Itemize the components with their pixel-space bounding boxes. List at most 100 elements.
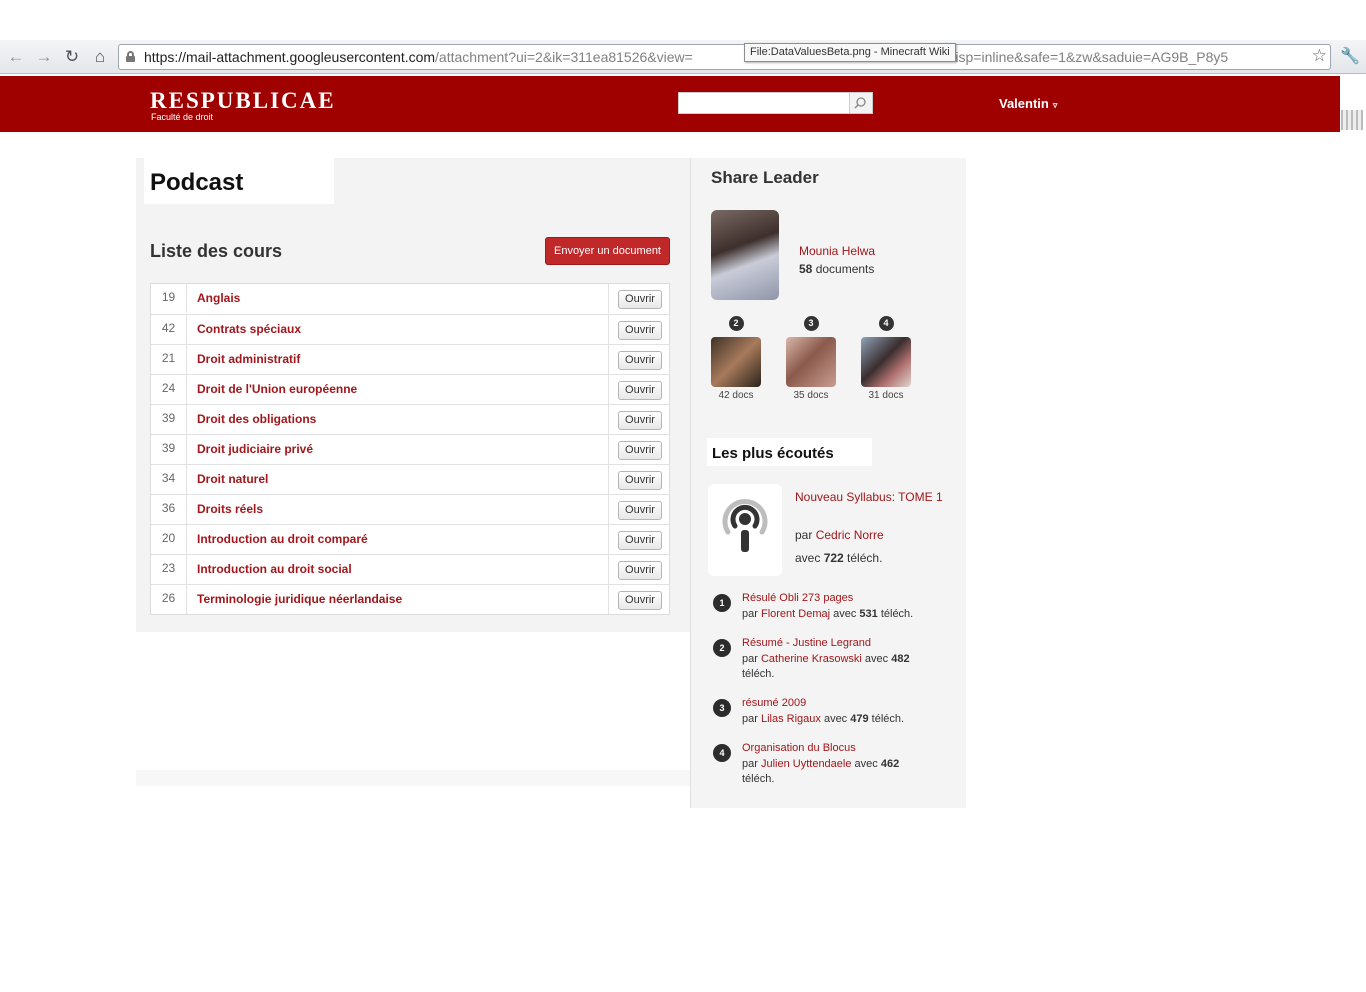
open-button[interactable]: Ouvrir [618, 501, 662, 520]
site-logo[interactable]: RESPUBLICAE [150, 89, 336, 112]
scrollbar-stub[interactable] [1341, 110, 1363, 130]
table-row: 19 Anglais Ouvrir [151, 284, 669, 314]
user-menu[interactable]: Valentin ▿ [999, 96, 1057, 111]
top-item-title[interactable]: Résulé Obli 273 pages [742, 592, 853, 604]
rank-item[interactable]: 2 42 docs [706, 316, 766, 401]
open-button[interactable]: Ouvrir [618, 441, 662, 460]
open-button[interactable]: Ouvrir [618, 381, 662, 400]
open-button[interactable]: Ouvrir [618, 290, 662, 309]
course-name[interactable]: Terminologie juridique néerlandaise [197, 592, 402, 606]
share-leader-title: Share Leader [711, 168, 819, 187]
top-item-title[interactable]: Organisation du Blocus [742, 742, 856, 754]
table-row: 36 Droits réels Ouvrir [151, 494, 669, 524]
top-item-author[interactable]: Lilas Rigaux [761, 713, 821, 725]
open-button[interactable]: Ouvrir [618, 591, 662, 610]
course-name[interactable]: Contrats spéciaux [197, 322, 301, 336]
table-row: 21 Droit administratif Ouvrir [151, 344, 669, 374]
rank-item[interactable]: 3 35 docs [781, 316, 841, 401]
course-name[interactable]: Droit naturel [197, 472, 268, 486]
open-button[interactable]: Ouvrir [618, 561, 662, 580]
top-item-title[interactable]: résumé 2009 [742, 697, 806, 709]
avatar[interactable] [861, 337, 911, 387]
avatar[interactable] [711, 337, 761, 387]
reload-icon[interactable]: ↻ [61, 46, 83, 68]
table-row: 20 Introduction au droit comparé Ouvrir [151, 524, 669, 554]
rank-docs: 42 docs [718, 390, 754, 401]
course-count: 42 [151, 315, 187, 344]
course-action: Ouvrir [608, 465, 670, 494]
page-title: Podcast [150, 169, 244, 196]
back-icon[interactable]: ← [5, 46, 27, 68]
course-action: Ouvrir [608, 345, 670, 374]
top-item-meta: par Lilas Rigaux avec 479 téléch. [742, 713, 905, 725]
table-row: 39 Droit judiciaire privé Ouvrir [151, 434, 669, 464]
most-listened-title: Les plus écoutés [712, 445, 834, 462]
course-count: 34 [151, 465, 187, 494]
top-item-author[interactable]: Catherine Krasowski [761, 653, 862, 665]
course-name[interactable]: Introduction au droit comparé [197, 532, 368, 546]
top-item-title[interactable]: Résumé - Justine Legrand [742, 637, 871, 649]
url-text[interactable]: https://mail-attachment.googleuserconten… [144, 49, 1304, 65]
course-name[interactable]: Droit des obligations [197, 412, 316, 426]
course-name[interactable]: Anglais [197, 291, 240, 305]
top-item-author[interactable]: Julien Uyttendaele [761, 758, 852, 770]
featured-author: par Cedric Norre [795, 528, 884, 542]
course-name[interactable]: Droit administratif [197, 352, 300, 366]
featured-thumbnail[interactable] [708, 484, 782, 576]
open-button[interactable]: Ouvrir [618, 471, 662, 490]
table-row: 23 Introduction au droit social Ouvrir [151, 554, 669, 584]
top-item-meta: par Catherine Krasowski avec 482 téléch. [742, 653, 910, 680]
leader-avatar[interactable] [711, 210, 779, 300]
search-icon [854, 97, 866, 109]
course-name[interactable]: Droit de l'Union européenne [197, 382, 357, 396]
course-count: 20 [151, 525, 187, 554]
tab-tooltip: File:DataValuesBeta.png - Minecraft Wiki [744, 43, 956, 62]
search-button[interactable] [850, 92, 873, 114]
table-row: 39 Droit des obligations Ouvrir [151, 404, 669, 434]
search-input[interactable] [678, 92, 850, 114]
leader-name[interactable]: Mounia Helwa [799, 244, 875, 258]
sidebar: Share Leader Mounia Helwa 58 documents 2… [690, 158, 966, 808]
user-name: Valentin [999, 96, 1049, 111]
lock-icon [126, 51, 135, 62]
address-bar[interactable]: https://mail-attachment.googleuserconten… [118, 44, 1331, 70]
forward-icon[interactable]: → [33, 46, 55, 68]
rank-item[interactable]: 4 31 docs [856, 316, 916, 401]
top-item-author[interactable]: Florent Demaj [761, 608, 830, 620]
table-row: 24 Droit de l'Union européenne Ouvrir [151, 374, 669, 404]
star-icon[interactable]: ☆ [1312, 46, 1327, 66]
course-name[interactable]: Droits réels [197, 502, 263, 516]
course-action: Ouvrir [608, 495, 670, 524]
course-panel: Podcast Liste des cours Envoyer un docum… [136, 158, 690, 632]
avatar[interactable] [786, 337, 836, 387]
site-logo-subtitle: Faculté de droit [151, 112, 214, 122]
course-name[interactable]: Introduction au droit social [197, 562, 352, 576]
course-count: 19 [151, 284, 187, 313]
rank-badge: 1 [713, 594, 731, 612]
chevron-down-icon: ▿ [1052, 100, 1058, 110]
open-button[interactable]: Ouvrir [618, 531, 662, 550]
rank-docs: 31 docs [868, 390, 904, 401]
rank-badge: 2 [728, 316, 744, 331]
course-count: 26 [151, 585, 187, 614]
table-row: 42 Contrats spéciaux Ouvrir [151, 314, 669, 344]
course-count: 39 [151, 405, 187, 434]
course-action: Ouvrir [608, 525, 670, 554]
home-icon[interactable]: ⌂ [89, 46, 111, 68]
course-count: 36 [151, 495, 187, 524]
wrench-icon[interactable]: 🔧 [1340, 46, 1360, 66]
open-button[interactable]: Ouvrir [618, 321, 662, 340]
window-top [0, 0, 1366, 40]
panel-footer [136, 770, 696, 786]
rank-badge: 4 [878, 316, 894, 331]
course-count: 24 [151, 375, 187, 404]
top-item-meta: par Florent Demaj avec 531 téléch. [742, 608, 914, 620]
rank-badge: 4 [713, 744, 731, 762]
browser-toolbar: ← → ↻ ⌂ https://mail-attachment.googleus… [0, 40, 1366, 74]
open-button[interactable]: Ouvrir [618, 351, 662, 370]
open-button[interactable]: Ouvrir [618, 411, 662, 430]
featured-title[interactable]: Nouveau Syllabus: TOME 1 [795, 490, 945, 505]
course-name[interactable]: Droit judiciaire privé [197, 442, 313, 456]
send-document-button[interactable]: Envoyer un document [545, 237, 670, 265]
podcast-icon [722, 499, 768, 552]
